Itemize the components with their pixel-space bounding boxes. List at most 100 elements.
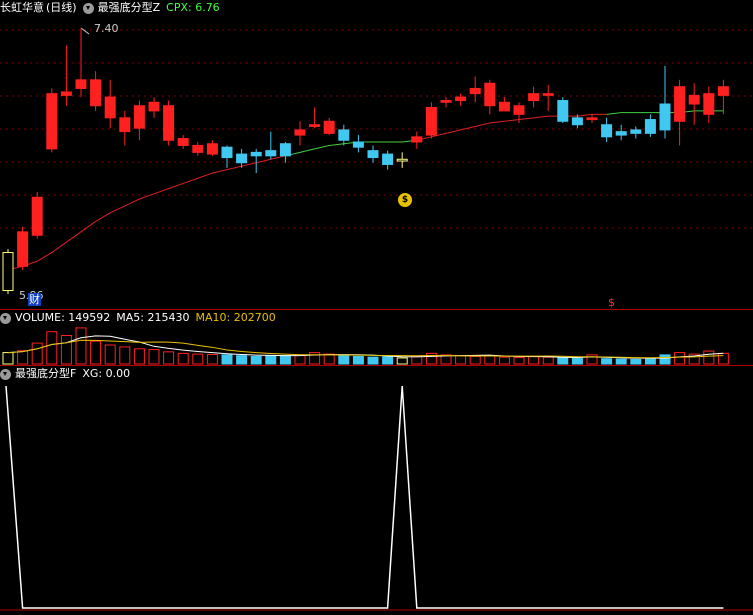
candle-body: [17, 231, 29, 267]
candle-body: [163, 105, 175, 141]
candle-body: [396, 158, 408, 162]
candle-body: [338, 129, 350, 141]
stock-name: 长虹华意: [0, 1, 44, 14]
volume-bar: [557, 357, 569, 365]
volume-bar: [484, 355, 496, 365]
price-panel[interactable]: 长虹华意 (日线) 最强底分型Z CPX: 6.76 7.40 5.86 财 $…: [0, 0, 753, 310]
volume-bar: [31, 342, 43, 365]
volume-bar: [148, 349, 160, 365]
candle-body: [688, 94, 700, 105]
xg-signal-chart[interactable]: [0, 366, 753, 615]
candle-body: [542, 93, 554, 96]
ma-line-segment: [7, 155, 286, 271]
volume-bar: [513, 357, 525, 365]
ma5-label: MA5: 215430: [116, 311, 190, 324]
xg-panel[interactable]: 最强底分型F XG: 0.00: [0, 366, 753, 615]
candle-body: [615, 131, 627, 136]
candle-body: [557, 100, 569, 122]
candle-body: [469, 87, 481, 95]
high-price-label: 7.40: [94, 22, 119, 35]
candle-body: [90, 79, 102, 107]
candle-body: [323, 120, 335, 134]
volume-bar: [338, 355, 350, 365]
volume-bar: [455, 355, 467, 365]
candle-body: [352, 141, 364, 148]
candle-body: [309, 124, 321, 127]
volume-bar: [294, 354, 306, 365]
candle-body: [119, 117, 131, 133]
candle-body: [133, 105, 145, 129]
candle-body: [192, 144, 204, 153]
candle-body: [717, 86, 729, 96]
volume-bar: [571, 357, 583, 365]
volume-menu-chevron-icon[interactable]: [0, 312, 11, 324]
money-bag-icon[interactable]: $: [398, 193, 412, 207]
candle-body: [46, 93, 58, 150]
volume-bar: [163, 351, 175, 365]
candle-body: [411, 136, 423, 143]
candlestick-chart[interactable]: [0, 0, 753, 309]
ma-line-segment: [285, 139, 417, 157]
volume-bar: [411, 355, 423, 365]
volume-bar: [601, 358, 613, 365]
volume-bar: [528, 355, 540, 365]
xg-header: 最强底分型F XG: 0.00: [0, 367, 136, 381]
volume-bar: [206, 354, 218, 365]
period-label: (日线): [46, 1, 77, 14]
volume-bar: [498, 356, 510, 365]
volume-bar: [615, 358, 627, 365]
candle-body: [425, 106, 437, 136]
candle-body: [703, 93, 715, 115]
volume-bar: [674, 352, 686, 365]
candle-body: [250, 151, 262, 157]
volume-bar: [46, 331, 58, 365]
volume-bar: [352, 355, 364, 365]
volume-bar: [250, 355, 262, 365]
volume-bar: [133, 348, 145, 365]
volume-bar: [382, 356, 394, 365]
xg-menu-chevron-icon[interactable]: [0, 368, 11, 380]
candle-body: [630, 129, 642, 134]
candle-body: [455, 96, 467, 102]
high-marker-line: [80, 27, 90, 35]
volume-header: VOLUME: 149592 MA5: 215430 MA10: 202700: [0, 311, 282, 325]
candle-body: [206, 143, 218, 155]
indicator-name: 最强底分型Z: [97, 1, 161, 14]
volume-bar: [630, 358, 642, 365]
cpx-label: CPX: 6.76: [166, 1, 220, 14]
volume-bar: [177, 352, 189, 365]
price-header: 长虹华意 (日线) 最强底分型Z CPX: 6.76: [0, 1, 226, 15]
candle-body: [674, 86, 686, 122]
candle-body: [440, 100, 452, 103]
candle-body: [484, 82, 496, 107]
volume-panel[interactable]: VOLUME: 149592 MA5: 215430 MA10: 202700: [0, 310, 753, 366]
volume-bar: [60, 335, 72, 365]
volume-bar: [703, 350, 715, 365]
candle-body: [2, 252, 14, 292]
candle-body: [221, 146, 233, 159]
volume-bar: [425, 352, 437, 365]
xg-label: XG: 0.00: [82, 367, 131, 380]
volume-label: VOLUME: 149592: [15, 311, 111, 324]
volume-bar: [90, 340, 102, 365]
volume-bar: [2, 352, 14, 365]
volume-bar: [717, 352, 729, 365]
volume-bar: [367, 356, 379, 365]
candle-body: [382, 153, 394, 165]
volume-bar: [265, 355, 277, 365]
indicator-menu-chevron-icon[interactable]: [82, 2, 94, 14]
finance-badge[interactable]: 财: [28, 293, 41, 306]
candle-body: [659, 103, 671, 131]
candle-body: [586, 117, 598, 121]
candle-body: [279, 143, 291, 157]
candle-body: [367, 150, 379, 159]
ma10-label: MA10: 202700: [195, 311, 276, 324]
volume-bar: [279, 355, 291, 365]
dollar-signal-icon: $: [608, 296, 615, 309]
volume-bar: [75, 327, 87, 365]
candle-body: [148, 101, 160, 112]
volume-bar: [104, 344, 116, 365]
candle-body: [601, 124, 613, 138]
candle-body: [60, 91, 72, 96]
volume-bar: [469, 355, 481, 365]
